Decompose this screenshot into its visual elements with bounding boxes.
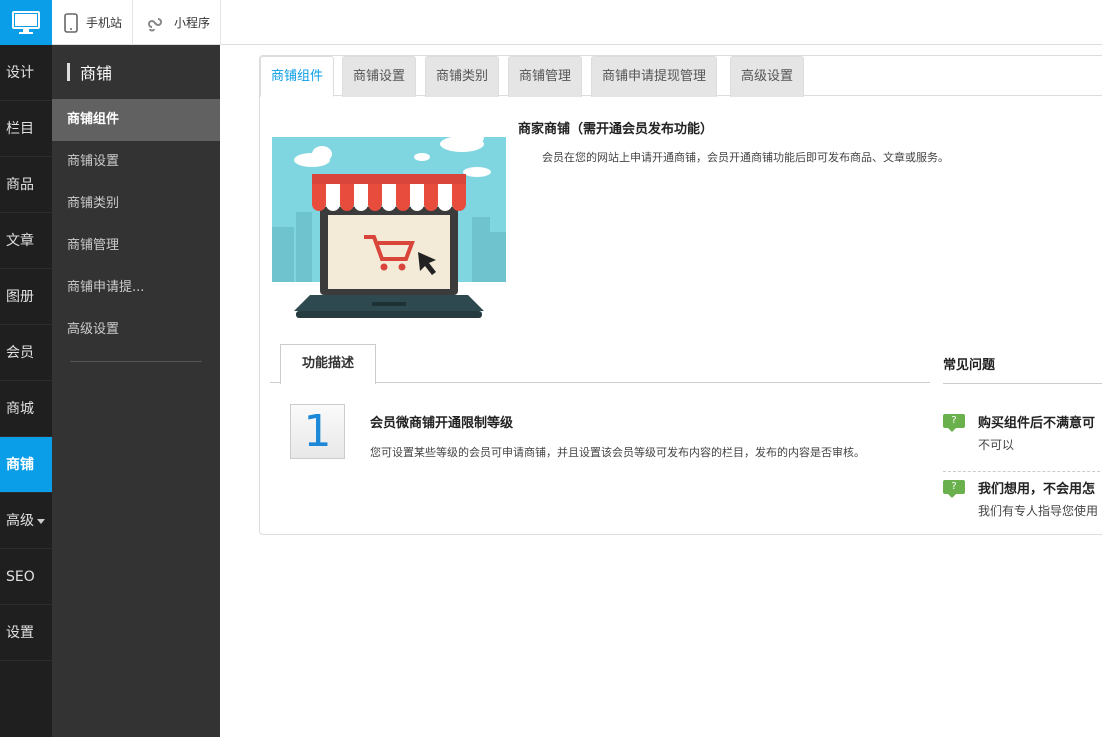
- mini-program-link[interactable]: 小程序: [134, 0, 222, 45]
- subnav-item-advanced-settings[interactable]: 高级设置: [52, 309, 220, 351]
- tab-advanced-settings[interactable]: 高级设置: [730, 56, 805, 97]
- rail-item-albums[interactable]: 图册: [0, 269, 52, 325]
- caret-down-icon: [37, 518, 45, 524]
- rail-item-design[interactable]: 设计: [0, 45, 52, 101]
- rail-item-label: 高级: [6, 513, 34, 529]
- subnav-item-withdraw-requests[interactable]: 商铺申请提...: [52, 267, 220, 309]
- rail-item-columns[interactable]: 栏目: [0, 101, 52, 157]
- rail-item-shop[interactable]: 商铺: [0, 437, 52, 493]
- rail-item-seo[interactable]: SEO: [0, 549, 52, 605]
- feature-description: 您可设置某些等级的会员可申请商铺，并且设置该会员等级可发布内容的栏目，发布的内容…: [370, 446, 865, 459]
- rail-item-label: SEO: [6, 569, 35, 585]
- faq-item-divider: [943, 471, 1102, 472]
- intro-title: 商家商铺（需开通会员发布功能）: [518, 122, 714, 137]
- mobile-site-label: 手机站: [86, 16, 123, 30]
- rail-item-label: 栏目: [6, 121, 34, 137]
- sub-sidebar: 商铺 商铺组件 商铺设置 商铺类别 商铺管理 商铺申请提... 高级设置: [52, 45, 220, 737]
- faq-answer: 我们有专人指导您使用: [978, 504, 1099, 518]
- faq-question[interactable]: 我们想用，不会用怎: [978, 478, 1095, 497]
- rail-item-articles[interactable]: 文章: [0, 213, 52, 269]
- step-number-badge: 1: [290, 404, 345, 459]
- faq-title: 常见问题: [943, 358, 996, 373]
- subnav-item-shop-management[interactable]: 商铺管理: [52, 225, 220, 267]
- content-panel: 商铺组件 商铺设置 商铺类别 商铺管理 商铺申请提现管理 高级设置 商家商铺（需…: [259, 55, 1102, 535]
- rail-item-label: 文章: [6, 233, 34, 249]
- mini-program-label: 小程序: [174, 16, 211, 30]
- feature-title: 会员微商铺开通限制等级: [370, 416, 514, 431]
- shop-storefront-illustration: [272, 112, 506, 318]
- top-bar: 手机站 小程序: [0, 0, 1102, 45]
- faq-divider: [943, 383, 1102, 384]
- question-badge-icon: ?: [943, 414, 965, 432]
- rail-item-label: 会员: [6, 345, 34, 361]
- subnav-title: 商铺: [52, 45, 220, 99]
- desktop-monitor-icon: [12, 10, 40, 34]
- mobile-phone-icon: [64, 12, 78, 33]
- rail-item-label: 设置: [6, 625, 34, 641]
- intro-description: 会员在您的网站上申请开通商铺，会员开通商铺功能后即可发布商品、文章或服务。: [542, 151, 949, 164]
- faq-section: 常见问题 ? 购买组件后不满意可 不可以 ? 我们想用，不会用怎 我们有专人指导…: [943, 344, 1102, 534]
- tab-shop-management[interactable]: 商铺管理: [508, 56, 583, 97]
- main-nav-rail: 设计 栏目 商品 文章 图册 会员 商城 商铺 高级 SEO 设置: [0, 45, 52, 737]
- tab-shop-settings[interactable]: 商铺设置: [342, 56, 417, 97]
- rail-item-settings[interactable]: 设置: [0, 605, 52, 661]
- subnav-divider: [70, 361, 202, 362]
- mini-program-icon: [148, 17, 162, 31]
- subnav-item-shop-settings[interactable]: 商铺设置: [52, 141, 220, 183]
- tab-withdraw-management[interactable]: 商铺申请提现管理: [591, 56, 718, 97]
- rail-item-members[interactable]: 会员: [0, 325, 52, 381]
- desktop-site-button[interactable]: [0, 0, 52, 45]
- subnav-item-shop-components[interactable]: 商铺组件: [52, 99, 220, 141]
- rail-item-label: 商铺: [6, 457, 34, 473]
- faq-answer: 不可以: [978, 438, 1015, 452]
- rail-item-label: 图册: [6, 289, 34, 305]
- faq-question[interactable]: 购买组件后不满意可: [978, 412, 1095, 431]
- subnav-title-text: 商铺: [80, 64, 113, 83]
- feature-tab-bar: 功能描述: [270, 344, 930, 384]
- main-content: 商铺组件 商铺设置 商铺类别 商铺管理 商铺申请提现管理 高级设置 商家商铺（需…: [220, 45, 1102, 737]
- rail-item-products[interactable]: 商品: [0, 157, 52, 213]
- tab-shop-categories[interactable]: 商铺类别: [425, 56, 500, 97]
- rail-item-advanced[interactable]: 高级: [0, 493, 52, 549]
- mobile-site-link[interactable]: 手机站: [52, 0, 134, 45]
- subnav-item-shop-categories[interactable]: 商铺类别: [52, 183, 220, 225]
- tab-feature-description[interactable]: 功能描述: [280, 344, 377, 384]
- tab-shop-components[interactable]: 商铺组件: [260, 56, 335, 97]
- title-bar-marker: [67, 63, 70, 81]
- question-badge-icon: ?: [943, 480, 965, 498]
- rail-item-label: 商城: [6, 401, 34, 417]
- tab-bar: 商铺组件 商铺设置 商铺类别 商铺管理 商铺申请提现管理 高级设置: [260, 56, 1102, 97]
- rail-item-mall[interactable]: 商城: [0, 381, 52, 437]
- rail-item-label: 商品: [6, 177, 34, 193]
- rail-item-label: 设计: [6, 65, 34, 81]
